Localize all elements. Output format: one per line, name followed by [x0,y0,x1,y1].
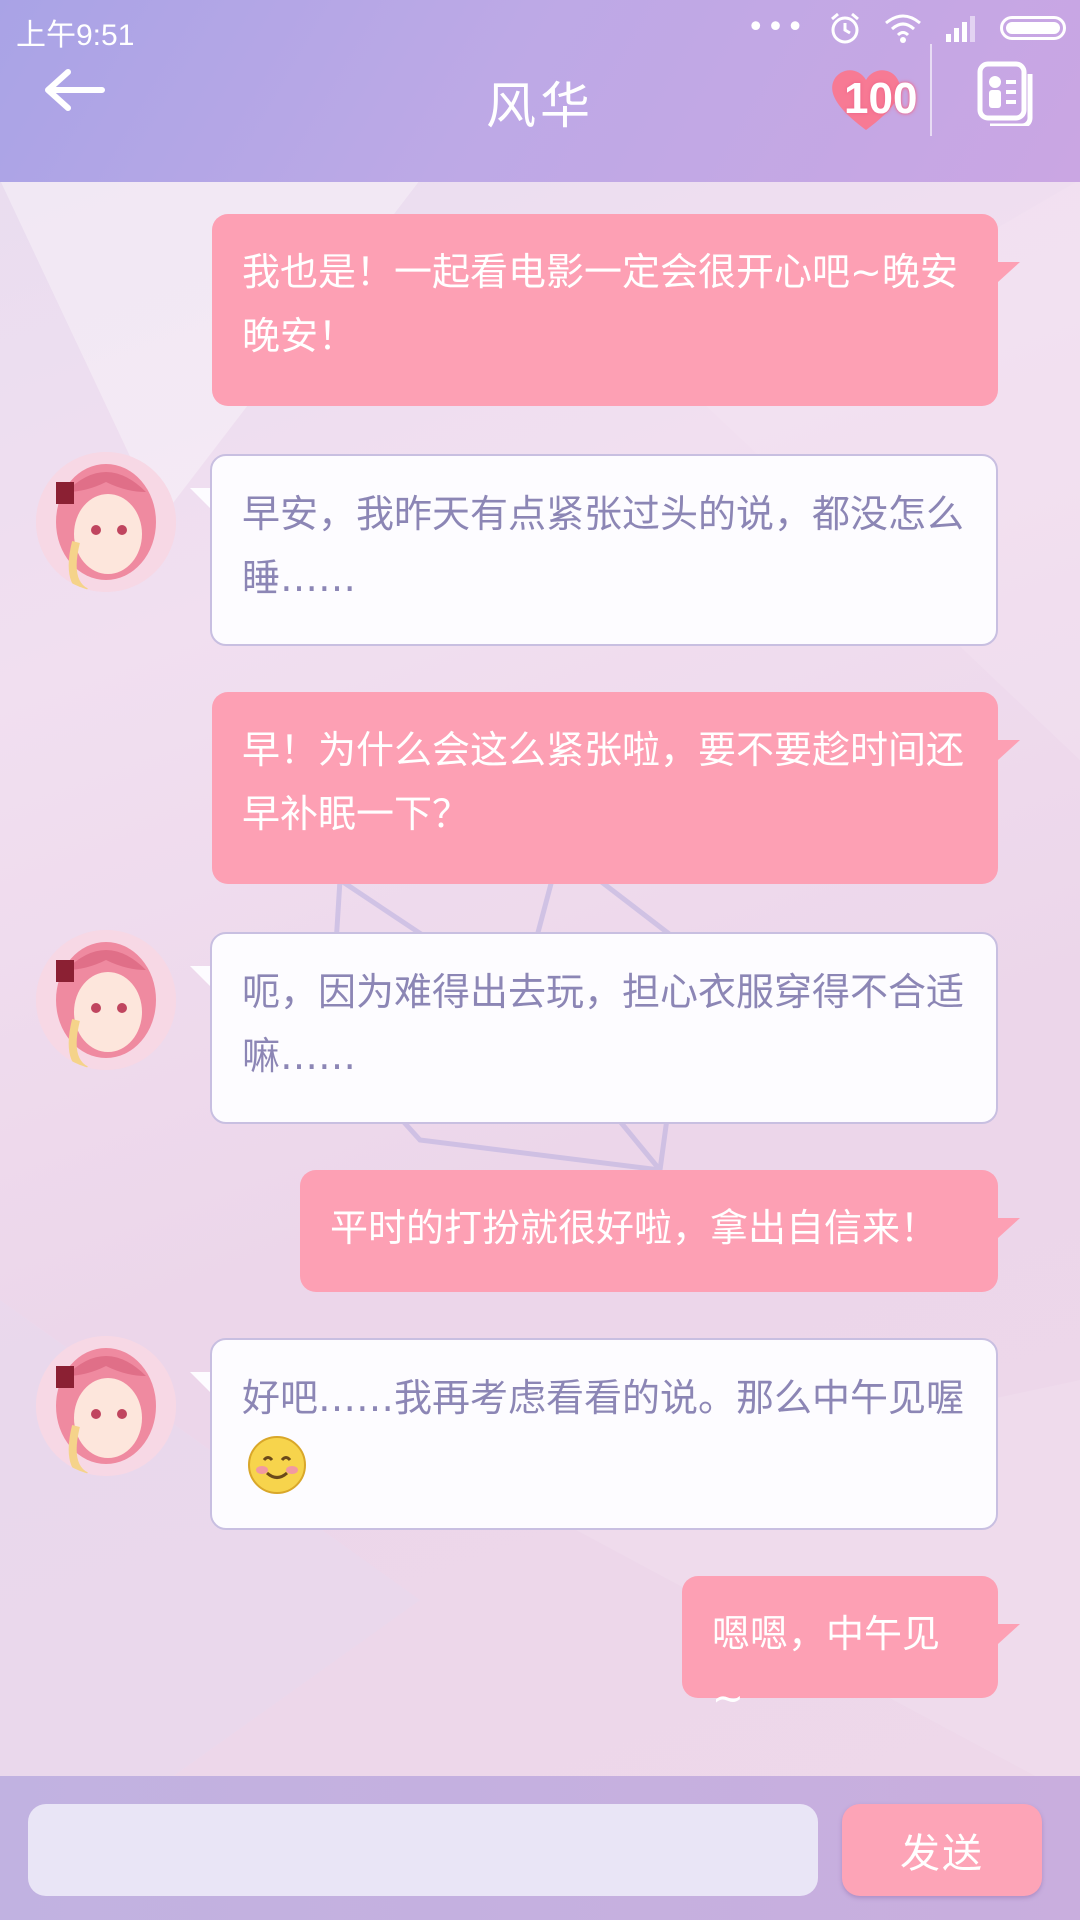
contact-avatar[interactable] [36,930,176,1070]
bubble-tail [190,1372,212,1394]
chat-bubble-incoming: 呃，因为难得出去玩，担心衣服穿得不合适嘛…… [210,932,998,1124]
status-bar: 上午9:51 ••• [0,0,1080,60]
chat-bubble-outgoing: 嗯嗯，中午见~ [682,1576,998,1720]
chat-bubble-outgoing: 我也是！一起看电影一定会很开心吧~晚安晚安！ [212,214,998,406]
status-time: 上午9:51 [16,19,135,52]
more-dots-icon: ••• [746,10,806,45]
message-text: 早安，我昨天有点紧张过头的说，都没怎么睡…… [242,492,965,600]
chat-bubble-incoming: 早安，我昨天有点紧张过头的说，都没怎么睡…… [210,454,998,646]
chat-bubble-outgoing: 早！为什么会这么紧张啦，要不要趁时间还早补眠一下？ [212,692,998,884]
affinity-meter: 100 [826,62,926,132]
profile-card-icon[interactable] [976,60,1040,129]
affinity-value: 100 [844,74,918,123]
bubble-tail [190,488,212,510]
contact-avatar[interactable] [36,452,176,592]
wifi-icon [885,14,921,43]
bubble-tail [998,1624,1020,1644]
send-button[interactable]: 发送 [842,1804,1042,1896]
message-text: 好吧……我再考虑看看的说。那么中午见喔 [242,1376,965,1420]
signal-icon [946,15,975,42]
battery-icon [1000,15,1066,40]
bubble-tail [998,740,1020,760]
chat-bubble-outgoing: 平时的打扮就很好啦，拿出自信来！ [300,1170,998,1292]
chat-bubble-incoming: 好吧……我再考虑看看的说。那么中午见喔 [210,1338,998,1530]
message-composer: 发送 [0,1776,1080,1920]
message-input[interactable] [28,1804,818,1896]
smiling-face-icon [248,1435,306,1494]
bubble-tail [998,1218,1020,1238]
alarm-icon [831,12,859,43]
bubble-tail [190,966,212,988]
message-text: 平时的打扮就很好啦，拿出自信来！ [330,1206,939,1250]
contact-avatar[interactable] [36,1336,176,1476]
message-text: 呃，因为难得出去玩，担心衣服穿得不合适嘛…… [242,970,965,1078]
bubble-tail [998,262,1020,282]
message-text: 早！为什么会这么紧张啦，要不要趁时间还早补眠一下？ [242,728,965,836]
message-text: 我也是！一起看电影一定会很开心吧~晚安晚安！ [242,250,958,358]
